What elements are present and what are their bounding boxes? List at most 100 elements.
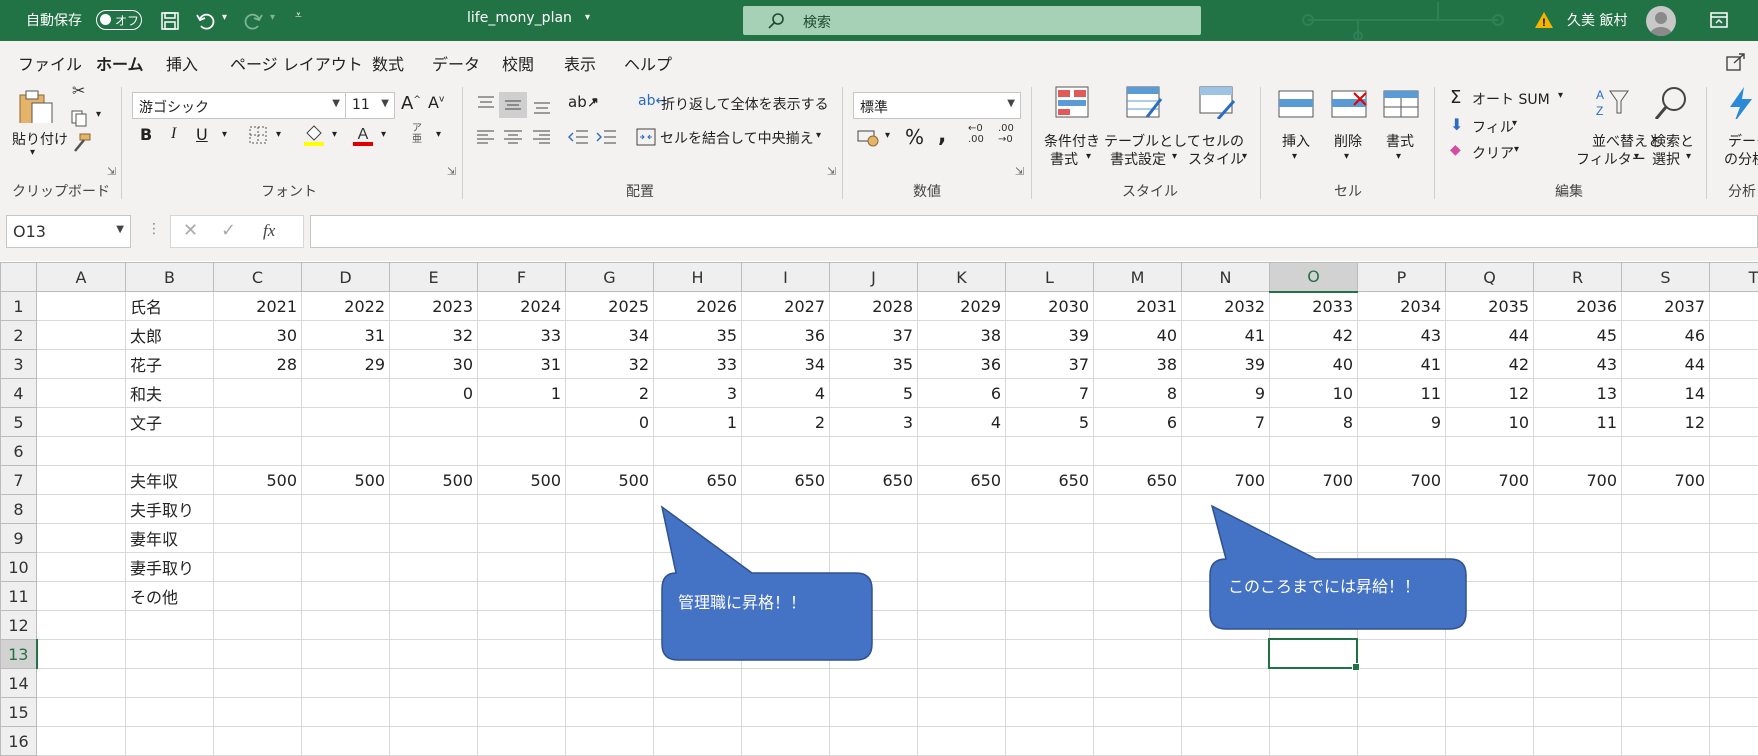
column-header-b[interactable]: B: [125, 262, 214, 292]
cell-s13[interactable]: [1621, 639, 1710, 669]
cell-i2[interactable]: 36: [741, 320, 830, 350]
cell-m16[interactable]: [1093, 726, 1182, 756]
conditional-formatting-label-1[interactable]: 条件付き: [1044, 131, 1100, 151]
cell-i9[interactable]: [741, 523, 830, 553]
cell-p4[interactable]: 11: [1357, 378, 1446, 408]
cell-c15[interactable]: [213, 697, 302, 727]
cell-e8[interactable]: [389, 494, 478, 524]
cell-j1[interactable]: 2028: [829, 291, 918, 321]
cell-j15[interactable]: [829, 697, 918, 727]
cell-f7[interactable]: 500: [477, 465, 566, 495]
cell-t11[interactable]: [1709, 581, 1758, 611]
fill-button[interactable]: フィル: [1472, 117, 1514, 137]
merge-center-button[interactable]: セルを結合して中央揃え: [660, 128, 814, 148]
cell-l15[interactable]: [1005, 697, 1094, 727]
cell-g10[interactable]: [565, 552, 654, 582]
cell-a10[interactable]: [36, 552, 126, 582]
cell-b5[interactable]: 文子: [125, 407, 214, 437]
cell-g14[interactable]: [565, 668, 654, 698]
cell-f14[interactable]: [477, 668, 566, 698]
cell-s6[interactable]: [1621, 436, 1710, 466]
cell-g9[interactable]: [565, 523, 654, 553]
cell-c3[interactable]: 28: [213, 349, 302, 379]
format-as-table-label-2[interactable]: 書式設定: [1110, 149, 1166, 169]
cell-f15[interactable]: [477, 697, 566, 727]
cell-j2[interactable]: 37: [829, 320, 918, 350]
cell-a9[interactable]: [36, 523, 126, 553]
orientation-dropdown-icon[interactable]: ▾: [592, 96, 597, 107]
cell-q15[interactable]: [1445, 697, 1534, 727]
cell-f11[interactable]: [477, 581, 566, 611]
cell-h1[interactable]: 2026: [653, 291, 742, 321]
cell-h7[interactable]: 650: [653, 465, 742, 495]
cell-r3[interactable]: 43: [1533, 349, 1622, 379]
cell-t5[interactable]: [1709, 407, 1758, 437]
cell-b6[interactable]: [125, 436, 214, 466]
cell-d7[interactable]: 500: [301, 465, 390, 495]
cell-j7[interactable]: 650: [829, 465, 918, 495]
cell-h3[interactable]: 33: [653, 349, 742, 379]
accounting-dropdown-icon[interactable]: ▾: [885, 130, 890, 141]
cell-q16[interactable]: [1445, 726, 1534, 756]
cell-k13[interactable]: [917, 639, 1006, 669]
cell-a5[interactable]: [36, 407, 126, 437]
undo-icon[interactable]: [195, 11, 215, 31]
cell-j3[interactable]: 35: [829, 349, 918, 379]
cell-l7[interactable]: 650: [1005, 465, 1094, 495]
cell-c9[interactable]: [213, 523, 302, 553]
cell-d11[interactable]: [301, 581, 390, 611]
cell-h15[interactable]: [653, 697, 742, 727]
cell-o16[interactable]: [1269, 726, 1358, 756]
cell-s8[interactable]: [1621, 494, 1710, 524]
cell-k3[interactable]: 36: [917, 349, 1006, 379]
cell-q11[interactable]: [1445, 581, 1534, 611]
cell-i1[interactable]: 2027: [741, 291, 830, 321]
cell-l2[interactable]: 39: [1005, 320, 1094, 350]
row-header[interactable]: 15: [0, 697, 37, 727]
cell-k8[interactable]: [917, 494, 1006, 524]
cell-d9[interactable]: [301, 523, 390, 553]
cell-k15[interactable]: [917, 697, 1006, 727]
cell-n13[interactable]: [1181, 639, 1270, 669]
delete-dropdown-icon[interactable]: ▾: [1344, 151, 1349, 162]
cell-h14[interactable]: [653, 668, 742, 698]
cell-e14[interactable]: [389, 668, 478, 698]
cell-e15[interactable]: [389, 697, 478, 727]
cell-a14[interactable]: [36, 668, 126, 698]
sort-filter-icon[interactable]: A Z: [1592, 85, 1630, 119]
cell-e5[interactable]: [389, 407, 478, 437]
cell-j8[interactable]: [829, 494, 918, 524]
cell-c12[interactable]: [213, 610, 302, 640]
align-left-icon[interactable]: [476, 129, 496, 145]
phonetic-guide-icon[interactable]: ア亜: [412, 123, 422, 145]
cell-d3[interactable]: 29: [301, 349, 390, 379]
cell-e3[interactable]: 30: [389, 349, 478, 379]
cell-p2[interactable]: 43: [1357, 320, 1446, 350]
percent-style-icon[interactable]: %: [905, 125, 924, 149]
cell-p9[interactable]: [1357, 523, 1446, 553]
delete-cells-icon[interactable]: [1330, 87, 1368, 121]
conditional-formatting-label-2[interactable]: 書式: [1050, 149, 1078, 169]
cell-i6[interactable]: [741, 436, 830, 466]
cell-t15[interactable]: [1709, 697, 1758, 727]
cell-q6[interactable]: [1445, 436, 1534, 466]
cell-h9[interactable]: [653, 523, 742, 553]
cell-k2[interactable]: 38: [917, 320, 1006, 350]
column-header-n[interactable]: N: [1181, 262, 1270, 292]
column-header-q[interactable]: Q: [1445, 262, 1534, 292]
cell-p12[interactable]: [1357, 610, 1446, 640]
cell-e13[interactable]: [389, 639, 478, 669]
column-header-p[interactable]: P: [1357, 262, 1446, 292]
row-header[interactable]: 2: [0, 320, 37, 350]
cell-n14[interactable]: [1181, 668, 1270, 698]
cell-q1[interactable]: 2035: [1445, 291, 1534, 321]
cell-q7[interactable]: 700: [1445, 465, 1534, 495]
cell-r15[interactable]: [1533, 697, 1622, 727]
cell-o6[interactable]: [1269, 436, 1358, 466]
cell-k5[interactable]: 4: [917, 407, 1006, 437]
cell-n16[interactable]: [1181, 726, 1270, 756]
cell-p8[interactable]: [1357, 494, 1446, 524]
conditional-dropdown-icon[interactable]: ▾: [1086, 151, 1091, 162]
format-painter-icon[interactable]: [70, 133, 92, 153]
cell-s5[interactable]: 12: [1621, 407, 1710, 437]
